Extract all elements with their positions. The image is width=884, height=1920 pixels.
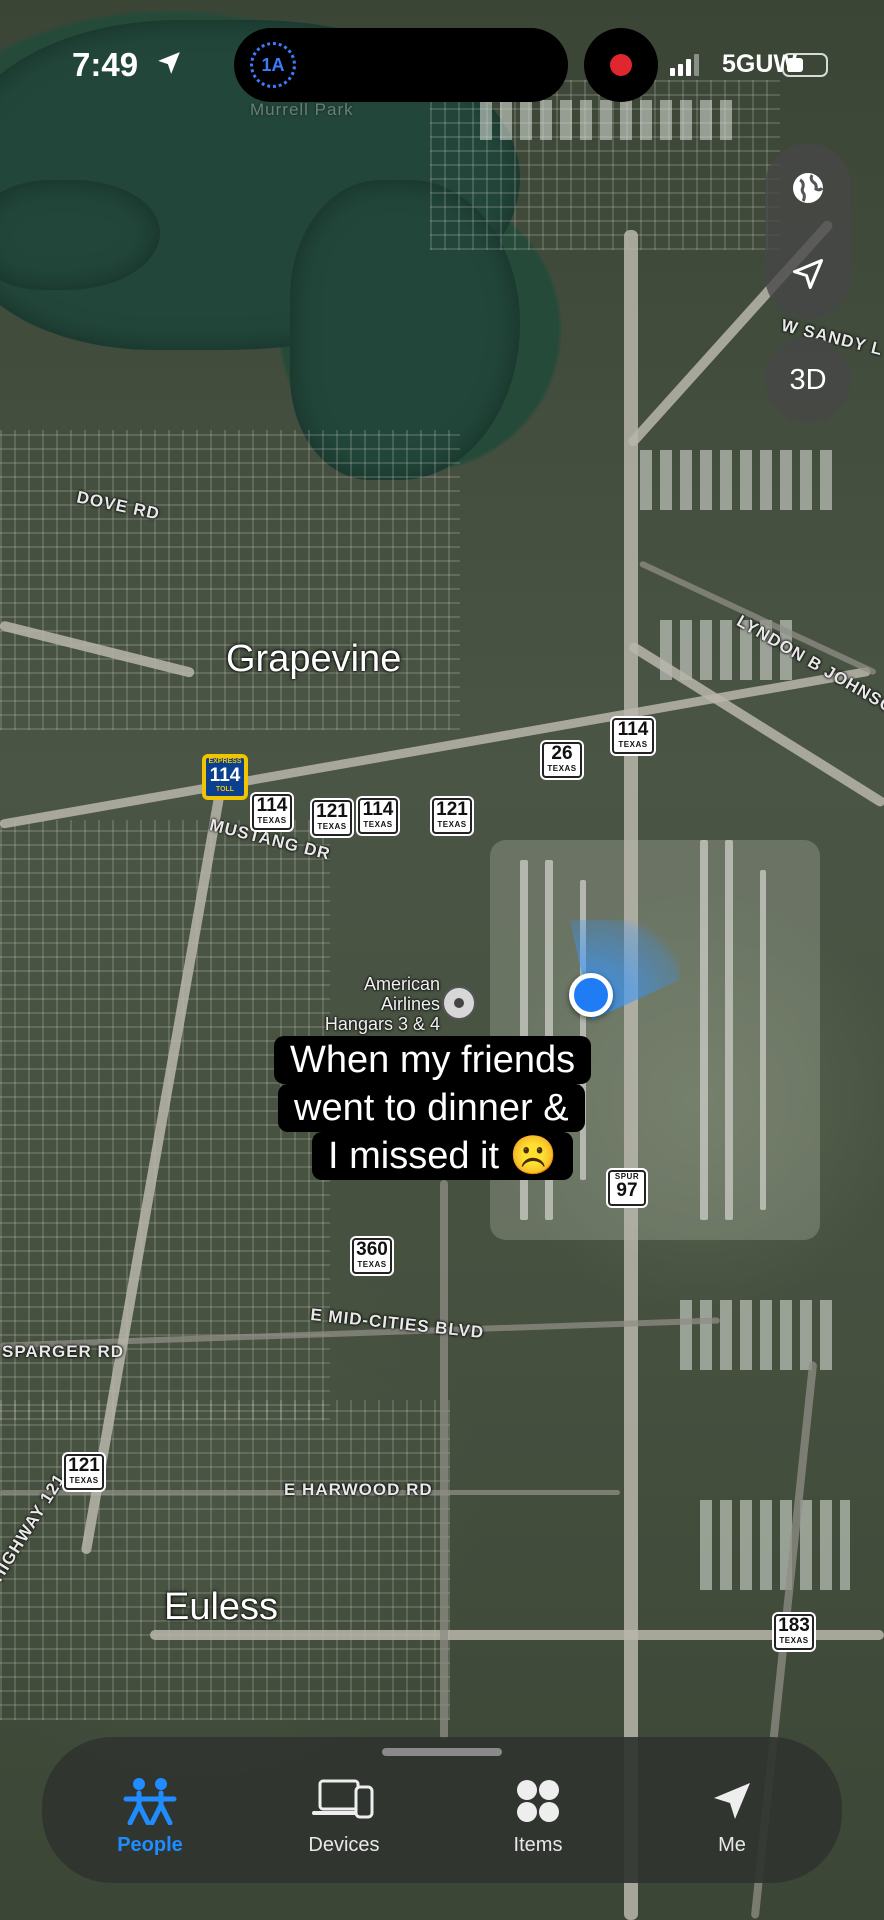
me-arrow-icon (714, 1783, 750, 1819)
people-icon (123, 1778, 177, 1825)
route-shield: 121 TEXAS (312, 800, 352, 836)
street-label: E MID-CITIES BLVD (309, 1304, 485, 1343)
caption-line: When my friends (274, 1036, 592, 1084)
route-shield: 26 TEXAS (542, 742, 582, 778)
warehouse-block (480, 100, 740, 140)
runway (725, 840, 733, 1220)
3d-toggle-button[interactable]: 3D (765, 337, 851, 423)
runway (700, 840, 708, 1220)
tab-label: Me (718, 1834, 746, 1856)
route-shield: 183 TEXAS (774, 1614, 814, 1650)
city-label-grapevine: Grapevine (226, 638, 402, 680)
route-shield: 114 TEXAS (612, 718, 654, 754)
route-shield: SPUR 97 (608, 1170, 646, 1206)
dynamic-island[interactable]: 1A (234, 28, 568, 102)
runway (760, 870, 766, 1210)
globe-icon (793, 173, 824, 203)
caption-line: I missed it ☹️ (312, 1132, 573, 1180)
route-shield: 121 TEXAS (432, 798, 472, 834)
island-activity-badge: 1A (250, 42, 296, 88)
park-label: Murrell Park (250, 100, 354, 119)
caption-line: went to dinner & (278, 1084, 585, 1132)
devices-icon (312, 1779, 374, 1819)
road (440, 1180, 448, 1740)
urban-area (0, 430, 460, 730)
route-shield: 114 TEXAS (252, 794, 292, 830)
warehouse-block (680, 1300, 840, 1370)
user-location-dot[interactable] (569, 973, 613, 1017)
battery-icon (782, 53, 828, 77)
route-shield: 114 TEXAS (358, 798, 398, 834)
street-label: SPARGER RD (2, 1342, 125, 1361)
sheet-grabber[interactable] (382, 1748, 502, 1756)
poi-line: American (363, 974, 440, 994)
cellular-signal-icon (670, 54, 699, 76)
map-view[interactable]: DOVE RD MUSTANG DR E MID-CITIES BLVD E H… (0, 0, 884, 1920)
route-shield: 121 TEXAS (64, 1454, 104, 1490)
tab-devices[interactable]: Devices (264, 1737, 424, 1883)
hangar-poi-icon[interactable] (442, 986, 476, 1020)
tab-me[interactable]: Me (652, 1737, 812, 1883)
tab-people[interactable]: People (70, 1737, 230, 1883)
tab-label: People (117, 1834, 183, 1856)
status-time: 7:49 (72, 46, 139, 83)
screen-recording-indicator[interactable] (584, 28, 658, 102)
urban-area (0, 1400, 450, 1720)
items-icon (517, 1780, 559, 1822)
city-label-euless: Euless (164, 1586, 279, 1628)
warehouse-block (640, 450, 840, 510)
route-shield: 360 TEXAS (352, 1238, 392, 1274)
warehouse-block (700, 1500, 850, 1590)
tab-label: Devices (308, 1834, 380, 1856)
tab-label: Items (513, 1834, 563, 1856)
poi-line: Hangars 3 & 4 (324, 1014, 440, 1034)
location-services-icon (158, 52, 180, 74)
location-arrow-icon (793, 259, 823, 289)
tab-bar: People Devices Items Me (42, 1737, 842, 1883)
map-style-button[interactable] (765, 145, 851, 231)
street-label: E HARWOOD RD (284, 1480, 433, 1499)
highway (624, 230, 638, 1920)
tab-items[interactable]: Items (458, 1737, 618, 1883)
locate-button[interactable] (765, 231, 851, 317)
map-controls (765, 143, 851, 319)
toll-route-shield: EXPRESS 114 TOLL (204, 756, 246, 798)
poi-label-aa-hangars[interactable]: American Airlines (298, 974, 440, 1014)
poi-line: Airlines (380, 994, 440, 1014)
record-dot-icon (610, 54, 632, 76)
